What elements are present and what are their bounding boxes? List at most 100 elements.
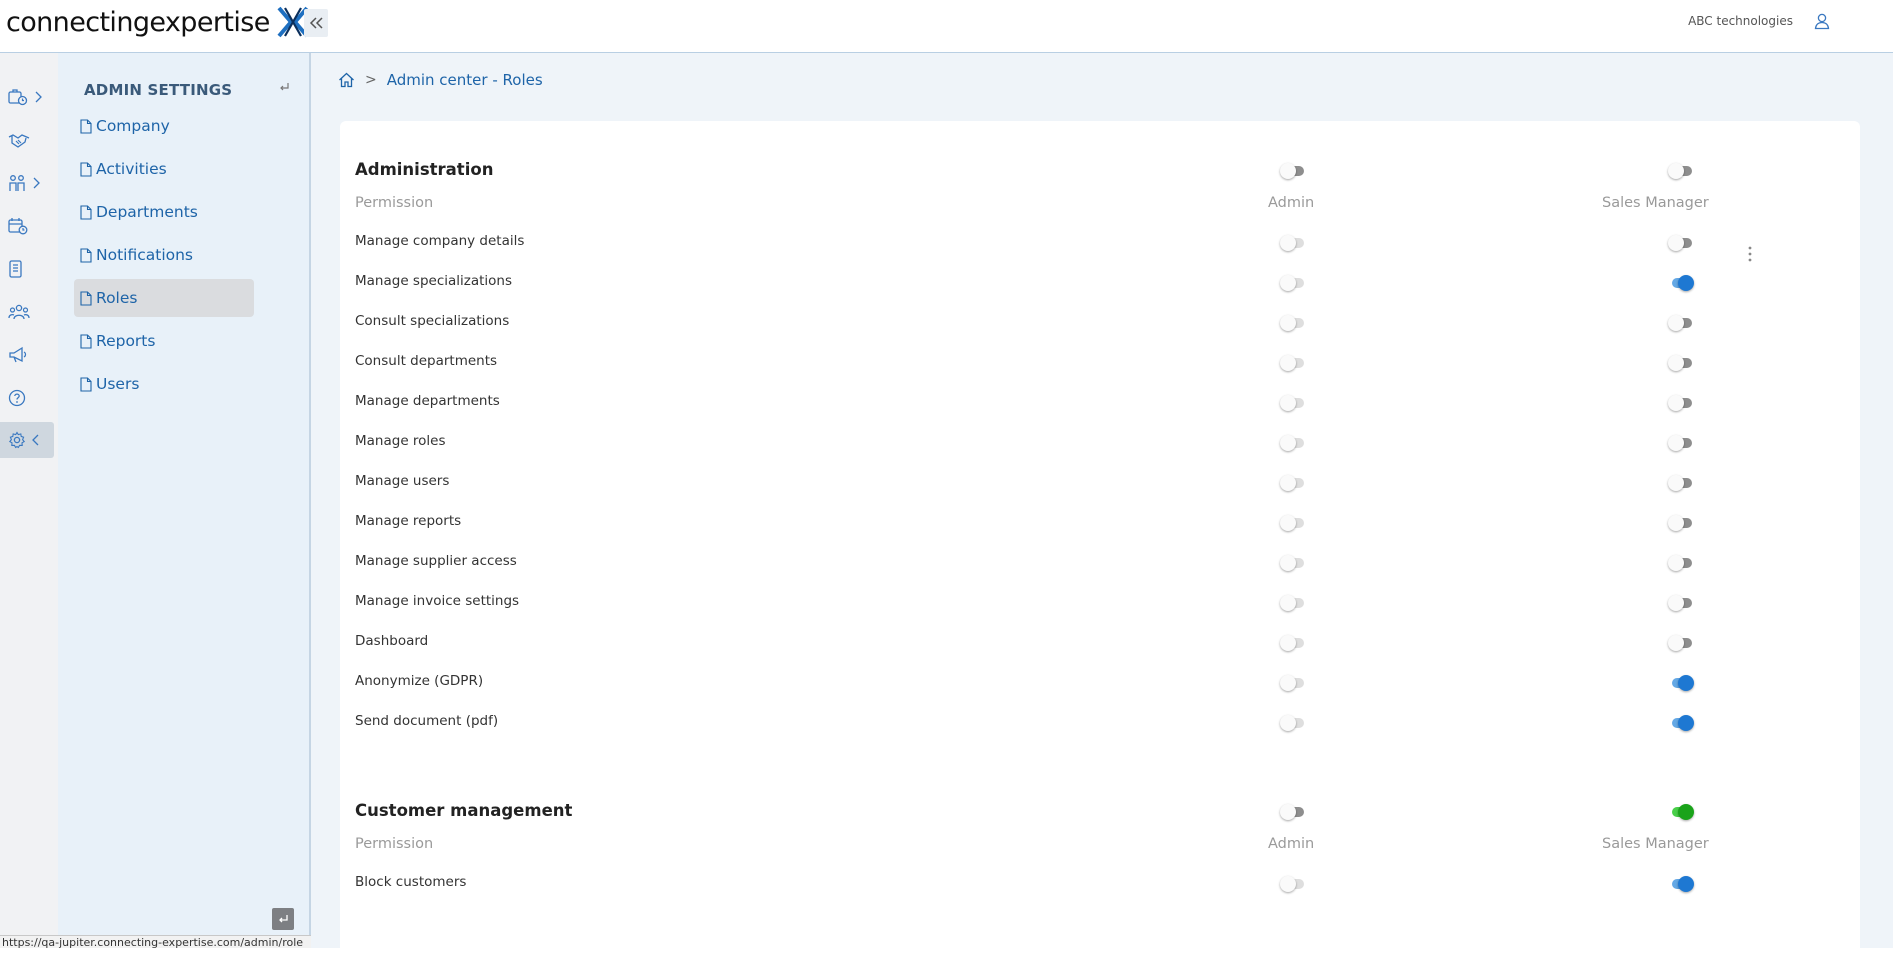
section-admin-toggle[interactable] <box>1280 163 1304 179</box>
rail-item-documents[interactable] <box>0 251 58 287</box>
logo[interactable]: connectingexpertise <box>6 2 310 42</box>
rail-item-calendar[interactable] <box>0 208 58 244</box>
user-icon[interactable] <box>1813 12 1831 30</box>
sales-manager-permission-toggle[interactable] <box>1668 635 1692 651</box>
admin-permission-toggle[interactable] <box>1280 315 1304 331</box>
toggle-knob <box>1280 275 1296 291</box>
admin-permission-toggle[interactable] <box>1280 715 1304 731</box>
sales-manager-permission-toggle[interactable] <box>1668 315 1692 331</box>
people-icon <box>9 175 25 191</box>
toggle-knob <box>1280 555 1296 571</box>
admin-permission-toggle[interactable] <box>1280 435 1304 451</box>
admin-permission-toggle[interactable] <box>1280 275 1304 291</box>
section-sales-manager-toggle[interactable] <box>1670 804 1694 820</box>
section-sales-manager-toggle[interactable] <box>1668 163 1692 179</box>
status-bar-url: https://qa-jupiter.connecting-expertise.… <box>0 935 316 948</box>
admin-item-activities[interactable]: Activities <box>74 150 254 188</box>
toggle-knob <box>1668 163 1684 179</box>
admin-permission-toggle[interactable] <box>1280 395 1304 411</box>
help-icon <box>8 389 26 407</box>
kebab-menu-icon[interactable] <box>1748 246 1752 262</box>
sales-manager-permission-toggle[interactable] <box>1670 876 1694 892</box>
admin-permission-toggle[interactable] <box>1280 515 1304 531</box>
handshake-icon <box>8 134 30 148</box>
rail-item-groups[interactable] <box>0 294 58 330</box>
breadcrumb-separator: > <box>365 72 377 88</box>
breadcrumb-current[interactable]: Admin center - Roles <box>387 71 543 89</box>
double-chevron-left-icon <box>309 17 323 29</box>
rail-item-handshake[interactable] <box>0 122 58 158</box>
icon-rail <box>0 53 58 948</box>
toggle-knob <box>1668 515 1684 531</box>
toggle-knob <box>1280 675 1296 691</box>
admin-permission-toggle[interactable] <box>1280 675 1304 691</box>
sales-manager-permission-toggle[interactable] <box>1668 555 1692 571</box>
sales-manager-permission-toggle[interactable] <box>1668 475 1692 491</box>
rail-item-people[interactable] <box>0 165 58 201</box>
section-admin-toggle[interactable] <box>1280 804 1304 820</box>
admin-permission-toggle[interactable] <box>1280 475 1304 491</box>
permission-label: Manage supplier access <box>355 553 517 569</box>
admin-permission-toggle[interactable] <box>1280 355 1304 371</box>
sales-manager-permission-toggle[interactable] <box>1670 275 1694 291</box>
home-icon[interactable] <box>338 72 355 88</box>
admin-permission-toggle[interactable] <box>1280 635 1304 651</box>
file-icon <box>80 290 92 306</box>
sales-manager-permission-toggle[interactable] <box>1668 595 1692 611</box>
permission-label: Manage specializations <box>355 273 513 289</box>
sales-manager-permission-toggle[interactable] <box>1670 715 1694 731</box>
panel-return-button[interactable] <box>272 908 294 930</box>
admin-item-roles[interactable]: Roles <box>74 279 254 317</box>
logo-text: connectingexpertise <box>6 6 270 38</box>
collapse-sidebar-button[interactable] <box>304 9 328 37</box>
column-header-permission: Permission <box>355 836 434 852</box>
briefcase-clock-icon <box>8 89 28 106</box>
file-icon <box>80 204 92 220</box>
sales-manager-permission-toggle[interactable] <box>1668 435 1692 451</box>
file-icon <box>80 161 92 177</box>
rail-item-projects[interactable] <box>0 79 58 115</box>
toggle-knob <box>1678 804 1694 820</box>
sales-manager-permission-toggle[interactable] <box>1670 675 1694 691</box>
column-header-permission: Permission <box>355 195 434 211</box>
admin-item-label: Roles <box>96 289 138 307</box>
file-icon <box>80 333 92 349</box>
toggle-knob <box>1668 315 1684 331</box>
permission-label: Consult departments <box>355 353 498 369</box>
admin-item-label: Notifications <box>96 246 194 264</box>
admin-item-company[interactable]: Company <box>74 107 254 145</box>
company-name[interactable]: ABC technologies <box>1688 14 1793 28</box>
admin-permission-toggle[interactable] <box>1280 555 1304 571</box>
gear-icon <box>8 431 26 449</box>
admin-permission-toggle[interactable] <box>1280 595 1304 611</box>
toggle-knob <box>1668 635 1684 651</box>
toggle-knob <box>1668 555 1684 571</box>
permission-label: Manage roles <box>355 433 446 449</box>
file-icon <box>80 118 92 134</box>
permission-label: Dashboard <box>355 633 429 649</box>
top-header: connectingexpertise ABC technologies <box>0 0 1893 53</box>
admin-permission-toggle[interactable] <box>1280 235 1304 251</box>
admin-item-label: Company <box>96 117 170 135</box>
toggle-knob <box>1668 355 1684 371</box>
sales-manager-permission-toggle[interactable] <box>1668 355 1692 371</box>
admin-item-reports[interactable]: Reports <box>74 322 254 360</box>
permission-label: Consult specializations <box>355 313 510 329</box>
sales-manager-permission-toggle[interactable] <box>1668 235 1692 251</box>
rail-item-announcements[interactable] <box>0 337 58 373</box>
sales-manager-permission-toggle[interactable] <box>1668 515 1692 531</box>
permission-label: Manage company details <box>355 233 525 249</box>
chevron-left-icon <box>32 434 39 446</box>
return-icon[interactable] <box>278 81 290 93</box>
sales-manager-permission-toggle[interactable] <box>1668 395 1692 411</box>
toggle-knob <box>1280 315 1296 331</box>
toggle-knob <box>1280 876 1296 892</box>
admin-item-departments[interactable]: Departments <box>74 193 254 231</box>
toggle-knob <box>1280 475 1296 491</box>
rail-item-settings[interactable] <box>0 422 54 458</box>
admin-item-notifications[interactable]: Notifications <box>74 236 254 274</box>
admin-permission-toggle[interactable] <box>1280 876 1304 892</box>
column-header-admin: Admin <box>1268 195 1315 211</box>
admin-item-users[interactable]: Users <box>74 365 254 403</box>
rail-item-help[interactable] <box>0 380 58 416</box>
